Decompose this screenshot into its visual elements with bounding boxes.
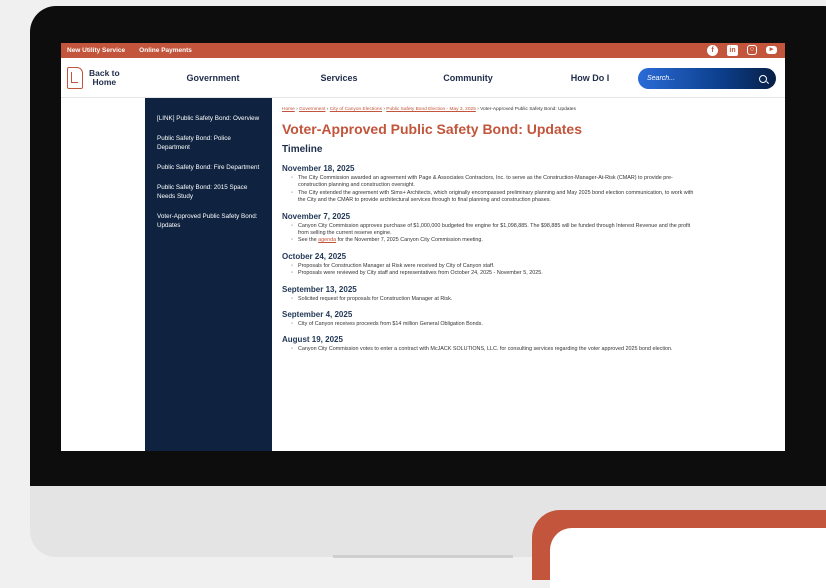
timeline-entry: September 13, 2025 Solicited request for… xyxy=(282,284,771,304)
timeline-item: Solicited request for proposals for Cons… xyxy=(291,296,698,304)
timeline-item: Proposals were reviewed by City staff an… xyxy=(291,270,698,278)
timeline-entry: September 4, 2025 City of Canyon receive… xyxy=(282,310,771,329)
breadcrumb-government[interactable]: Government xyxy=(299,107,325,112)
left-margin xyxy=(61,98,145,451)
timeline-date: November 7, 2025 xyxy=(282,211,351,221)
timeline-list: Proposals for Construction Manager at Ri… xyxy=(282,263,771,278)
timeline-item: Proposals for Construction Manager at Ri… xyxy=(291,263,698,271)
social-links: f in ○ ▸ xyxy=(707,45,777,56)
home-logo-icon xyxy=(67,66,83,89)
home-label-line2: Home xyxy=(92,76,117,87)
timeline-list: City of Canyon receives proceeds from $1… xyxy=(282,321,771,329)
online-payments-link[interactable]: Online Payments xyxy=(139,47,192,54)
sidenav-item-overview[interactable]: [LINK] Public Safety Bond: Overview xyxy=(145,110,272,130)
sidenav-item-updates[interactable]: Voter-Approved Public Safety Bond: Updat… xyxy=(145,208,272,237)
linkedin-icon[interactable]: in xyxy=(727,45,738,56)
timeline-list: Canyon City Commission approves purchase… xyxy=(282,223,771,246)
new-utility-service-link[interactable]: New Utility Service xyxy=(67,47,125,54)
timeline-entry: August 19, 2025 Canyon City Commission v… xyxy=(282,335,771,354)
timeline-list: Solicited request for proposals for Cons… xyxy=(282,296,771,304)
nav-item-community[interactable]: Community xyxy=(423,73,513,83)
timeline-item: The City extended the agreement with Sim… xyxy=(291,190,698,205)
timeline-item: City of Canyon receives proceeds from $1… xyxy=(291,321,698,329)
timeline-date: August 19, 2025 xyxy=(282,335,343,345)
side-nav: [LINK] Public Safety Bond: Overview Publ… xyxy=(145,98,272,451)
page-title: Voter-Approved Public Safety Bond: Updat… xyxy=(282,121,582,137)
page-body: [LINK] Public Safety Bond: Overview Publ… xyxy=(61,98,785,451)
nav-item-government[interactable]: Government xyxy=(173,73,253,83)
utility-bar: New Utility Service Online Payments f in… xyxy=(61,43,785,58)
facebook-icon[interactable]: f xyxy=(707,45,718,56)
sidenav-item-space-needs[interactable]: Public Safety Bond: 2015 Space Needs Stu… xyxy=(145,179,272,208)
section-heading: Timeline xyxy=(282,144,323,155)
breadcrumb-current: Voter-Approved Public Safety Bond: Updat… xyxy=(480,107,576,112)
timeline-date: September 13, 2025 xyxy=(282,284,357,294)
timeline-item: Canyon City Commission approves purchase… xyxy=(291,223,698,238)
search-icon[interactable] xyxy=(759,74,767,83)
browser-screen: New Utility Service Online Payments f in… xyxy=(61,43,785,451)
timeline-date: October 24, 2025 xyxy=(282,251,347,261)
back-to-home-link[interactable]: Back to Home xyxy=(61,66,161,89)
agenda-text-before: See the xyxy=(298,237,319,244)
timeline-date: November 18, 2025 xyxy=(282,164,355,173)
main-content: Home › Government › City of Canyon Elect… xyxy=(272,98,785,451)
timeline-item: Canyon City Commission votes to enter a … xyxy=(291,346,698,354)
timeline-entry: November 7, 2025 Canyon City Commission … xyxy=(282,211,771,246)
breadcrumb-elections[interactable]: City of Canyon Elections xyxy=(330,107,382,112)
nav-item-how-do-i[interactable]: How Do I xyxy=(555,73,625,83)
timeline-list: The City Commission awarded an agreement… xyxy=(282,175,771,205)
agenda-text-after: for the November 7, 2025 Canyon City Com… xyxy=(336,237,483,244)
timeline-item: The City Commission awarded an agreement… xyxy=(291,175,698,190)
breadcrumb-bond-election[interactable]: Public Safety Bond Election - May 3, 202… xyxy=(386,107,476,112)
youtube-icon[interactable]: ▸ xyxy=(766,46,777,54)
sidenav-item-police[interactable]: Public Safety Bond: Police Department xyxy=(145,130,272,159)
instagram-icon[interactable]: ○ xyxy=(747,45,757,55)
timeline-entry: November 18, 2025 The City Commission aw… xyxy=(282,164,771,205)
timeline-item: See the agenda for the November 7, 2025 … xyxy=(291,237,698,245)
agenda-link[interactable]: agenda xyxy=(318,237,336,243)
nav-item-services[interactable]: Services xyxy=(299,73,379,83)
timeline-entry: October 24, 2025 Proposals for Construct… xyxy=(282,252,771,278)
breadcrumb-home[interactable]: Home xyxy=(282,107,295,112)
search-input[interactable] xyxy=(647,75,747,82)
home-label: Back to Home xyxy=(89,68,120,87)
timeline-date: September 4, 2025 xyxy=(282,310,353,320)
promo-card-inner xyxy=(550,528,826,588)
breadcrumb: Home › Government › City of Canyon Elect… xyxy=(282,107,576,112)
timeline-list: Canyon City Commission votes to enter a … xyxy=(282,346,771,354)
device-stand xyxy=(333,555,513,558)
search-box xyxy=(638,68,776,89)
main-nav: Back to Home Government Services Communi… xyxy=(61,58,785,98)
sidenav-item-fire[interactable]: Public Safety Bond: Fire Department xyxy=(145,159,272,179)
